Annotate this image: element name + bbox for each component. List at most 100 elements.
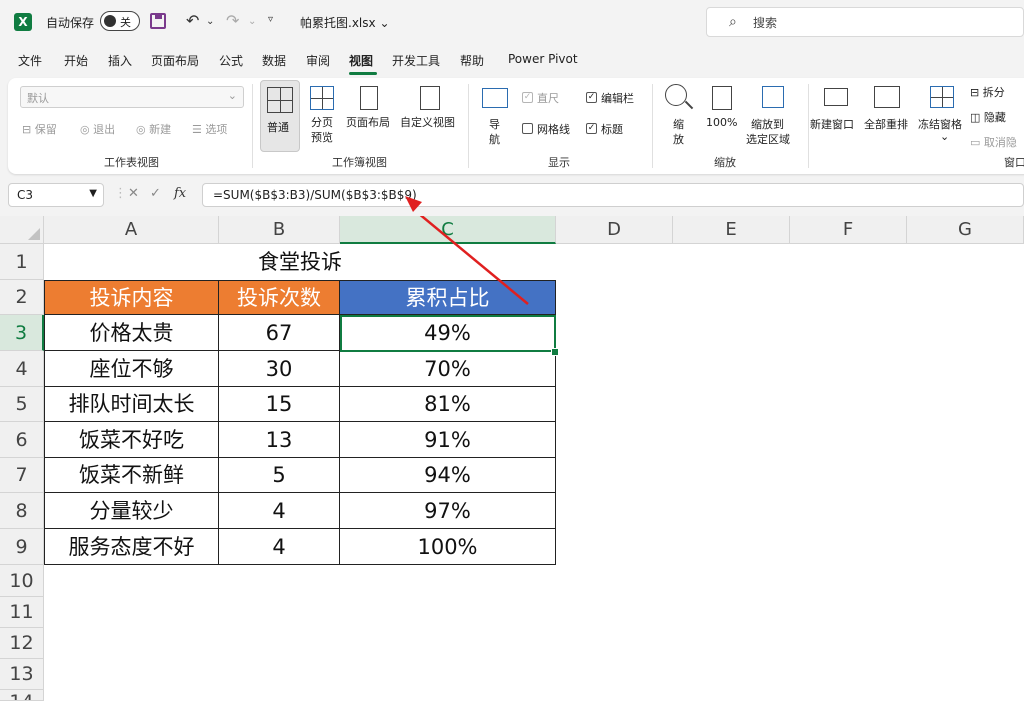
enter-icon[interactable]: ✓ — [150, 186, 161, 201]
search-icon: ⌕ — [729, 14, 737, 30]
table-cell[interactable]: 排队时间太长 — [45, 387, 219, 422]
table-cell[interactable]: 服务态度不好 — [45, 529, 219, 565]
tab-file[interactable]: 文件 — [18, 52, 42, 69]
row-header-11[interactable]: 11 — [0, 597, 44, 628]
file-name[interactable]: 帕累托图.xlsx ⌄ — [300, 14, 390, 31]
table-cell[interactable]: 5 — [219, 458, 340, 493]
table-cell[interactable]: 4 — [219, 493, 340, 529]
row-header-8[interactable]: 8 — [0, 493, 44, 529]
redo-icon[interactable]: ↷ — [226, 11, 239, 30]
zoom-label-1: 缩 — [673, 118, 684, 131]
row-header-9[interactable]: 9 — [0, 529, 44, 565]
page-layout-label: 页面布局 — [346, 116, 390, 129]
new-window-button[interactable]: 新建窗口 — [810, 80, 862, 152]
custom-views-label: 自定义视图 — [400, 116, 455, 129]
annotation-arrowhead — [405, 196, 422, 212]
cancel-icon[interactable]: ✕ — [128, 186, 139, 201]
name-box[interactable]: C3 ▼ — [8, 183, 104, 207]
arrange-all-button[interactable]: 全部重排 — [864, 80, 916, 152]
freeze-panes-button[interactable]: 冻结窗格 ⌄ — [916, 80, 968, 152]
undo-icon[interactable]: ↶ — [186, 11, 199, 30]
formula-input[interactable]: =SUM($B$3:B3)/SUM($B$3:$B$9) — [202, 183, 1024, 207]
hide-button[interactable]: ◫ 隐藏 — [970, 109, 1006, 125]
table-cell[interactable]: 81% — [340, 387, 556, 422]
new-view-label: 新建 — [149, 123, 172, 136]
table-cell[interactable]: 70% — [340, 351, 556, 387]
row-header-14[interactable]: 14 — [0, 690, 44, 701]
zoom-to-selection-button[interactable]: 缩放到 选定区域 — [744, 80, 802, 152]
sheet-view-select[interactable]: 默认 ⌄ — [20, 86, 244, 108]
keep-view-button[interactable]: ⊟ 保留 — [22, 121, 57, 137]
normal-view-button[interactable]: 普通 — [260, 80, 300, 152]
annotation-arrow — [419, 216, 529, 305]
row-header-5[interactable]: 5 — [0, 387, 44, 422]
view-options-button[interactable]: ☰ 选项 — [192, 121, 227, 137]
row-header-12[interactable]: 12 — [0, 628, 44, 659]
ruler-checkbox[interactable]: ✓ — [522, 92, 533, 103]
view-options-label: 选项 — [205, 123, 228, 136]
navigation-button[interactable]: 导 航 — [478, 80, 512, 152]
row-header-7[interactable]: 7 — [0, 458, 44, 493]
tab-insert[interactable]: 插入 — [108, 52, 132, 69]
zoom-button[interactable]: 缩 放 — [660, 80, 696, 152]
excel-logo-icon: X — [14, 13, 32, 31]
customize-toolbar-icon[interactable]: ▿ — [268, 14, 273, 25]
search-box[interactable]: ⌕ 搜索 — [706, 7, 1024, 37]
table-cell[interactable]: 100% — [340, 529, 556, 565]
page-layout-button[interactable]: 页面布局 — [344, 80, 396, 152]
table-cell[interactable]: 15 — [219, 387, 340, 422]
undo-dropdown-icon[interactable]: ⌄ — [206, 16, 214, 27]
zoom-100-button[interactable]: 100% — [702, 80, 742, 152]
table-cell[interactable]: 座位不够 — [45, 351, 219, 387]
row-header-4[interactable]: 4 — [0, 351, 44, 387]
table-cell[interactable]: 91% — [340, 422, 556, 458]
autosave-toggle[interactable]: 关 — [100, 11, 140, 31]
save-icon[interactable] — [150, 13, 166, 29]
table-cell[interactable]: 分量较少 — [45, 493, 219, 529]
insert-function-icon[interactable]: fx — [174, 186, 186, 201]
tab-data[interactable]: 数据 — [262, 52, 286, 69]
table-cell[interactable]: 13 — [219, 422, 340, 458]
tab-help[interactable]: 帮助 — [460, 52, 484, 69]
page-break-label-1: 分页 — [311, 116, 333, 129]
arrange-all-icon — [874, 86, 900, 108]
gridlines-checkbox[interactable] — [522, 123, 533, 134]
custom-views-button[interactable]: 自定义视图 — [398, 80, 460, 152]
gridlines-label: 网格线 — [537, 123, 570, 136]
table-cell[interactable]: 30 — [219, 351, 340, 387]
page-break-preview-button[interactable]: 分页 预览 — [304, 80, 342, 152]
chevron-down-icon: ▼ — [89, 188, 97, 199]
navigation-label-1: 导 — [489, 118, 500, 131]
custom-views-icon — [420, 86, 440, 110]
tab-formulas[interactable]: 公式 — [219, 52, 243, 69]
tab-power-pivot[interactable]: Power Pivot — [508, 52, 578, 66]
unhide-button[interactable]: ▭ 取消隐 — [970, 134, 1017, 150]
more-icon: ⋮ — [114, 186, 127, 201]
table-cell[interactable]: 饭菜不好吃 — [45, 422, 219, 458]
row-header-6[interactable]: 6 — [0, 422, 44, 458]
redo-dropdown-icon[interactable]: ⌄ — [248, 16, 256, 27]
tab-review[interactable]: 审阅 — [306, 52, 330, 69]
tab-developer[interactable]: 开发工具 — [392, 52, 440, 69]
row-header-13[interactable]: 13 — [0, 659, 44, 690]
zoom-handle-icon — [684, 100, 694, 110]
table-cell[interactable]: 97% — [340, 493, 556, 529]
normal-view-label: 普通 — [267, 121, 289, 134]
tab-view[interactable]: 视图 — [349, 52, 373, 69]
headings-checkbox[interactable]: ✓ — [586, 123, 597, 134]
exit-view-button[interactable]: ◎ 退出 — [80, 121, 115, 137]
tab-page-layout[interactable]: 页面布局 — [151, 52, 199, 69]
split-button[interactable]: ⊟ 拆分 — [970, 84, 1005, 100]
new-window-icon — [824, 88, 848, 106]
divider — [652, 84, 653, 168]
chevron-down-icon: ⌄ — [227, 89, 237, 102]
row-header-10[interactable]: 10 — [0, 565, 44, 597]
table-cell[interactable]: 饭菜不新鲜 — [45, 458, 219, 493]
formula-bar-checkbox[interactable]: ✓ — [586, 92, 597, 103]
table-cell[interactable]: 94% — [340, 458, 556, 493]
table-cell[interactable]: 4 — [219, 529, 340, 565]
title-bar: X 自动保存 关 ↶ ⌄ ↷ ⌄ ▿ 帕累托图.xlsx ⌄ ⌕ 搜索 — [0, 0, 1024, 44]
fill-handle[interactable] — [551, 348, 559, 356]
tab-home[interactable]: 开始 — [64, 52, 88, 69]
new-view-button[interactable]: ◎ 新建 — [136, 121, 171, 137]
